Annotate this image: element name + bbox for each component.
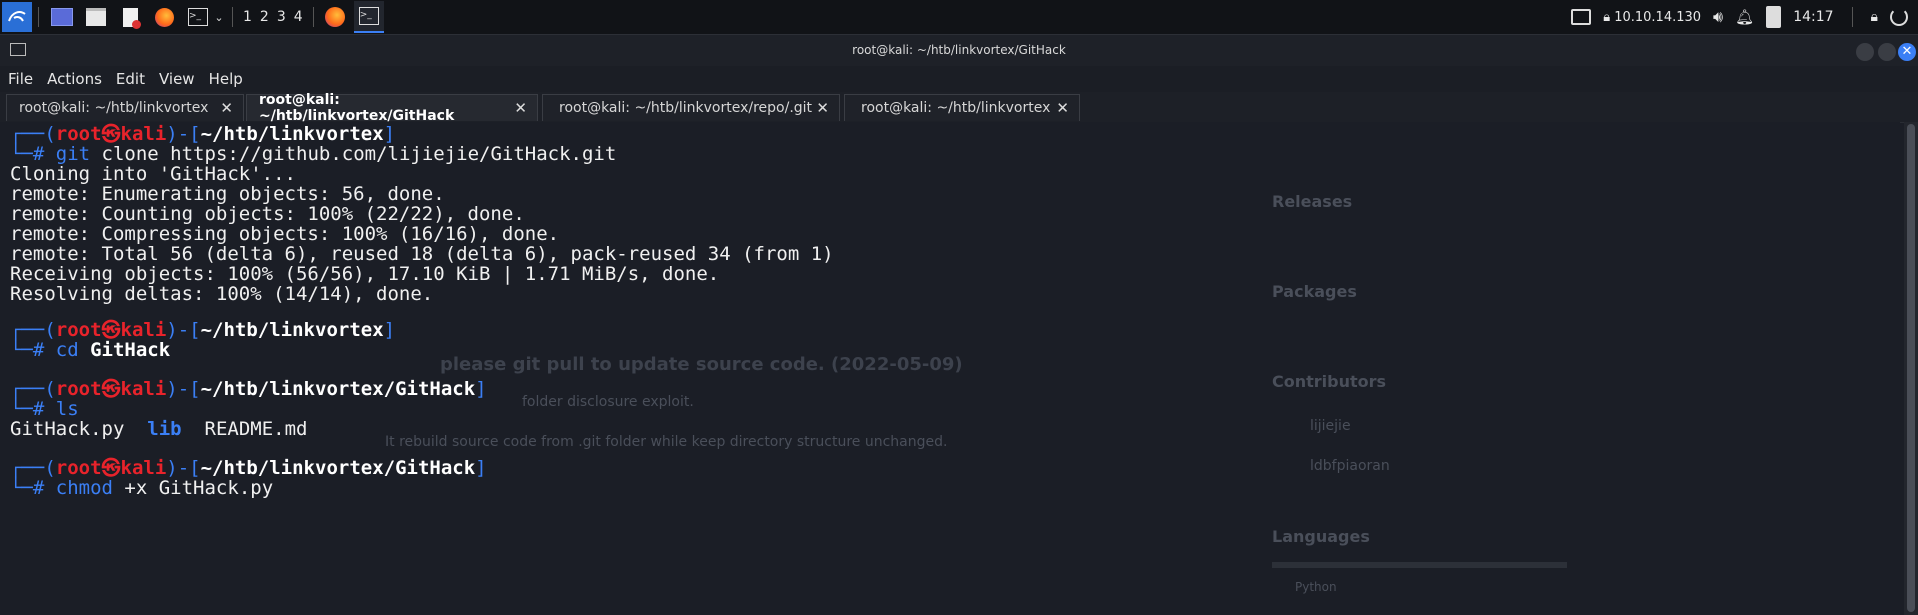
text-editor-icon[interactable] xyxy=(118,7,142,29)
ghost-line2: It rebuild source code from .git folder … xyxy=(385,434,948,450)
ghost-contributors: Contributors xyxy=(1272,372,1387,391)
show-desktop-icon[interactable] xyxy=(50,7,74,27)
ghost-contrib2: ldbfpiaoran xyxy=(1310,458,1390,474)
menu-view[interactable]: View xyxy=(159,70,195,88)
tab-linkvortex-2[interactable]: root@kali: ~/htb/linkvortex ✕ xyxy=(844,94,1080,121)
ghost-languages: Languages xyxy=(1272,527,1370,546)
tab-repo-git[interactable]: root@kali: ~/htb/linkvortex/repo/.git ✕ xyxy=(542,94,840,121)
prompt-line: ┌──(root㉿kali)-[~/htb/linkvortex/GitHack… xyxy=(10,377,487,401)
tab-linkvortex[interactable]: root@kali: ~/htb/linkvortex ✕ xyxy=(6,94,244,121)
prompt-mid: )-[ xyxy=(166,319,201,341)
minimize-button[interactable] xyxy=(1856,43,1874,61)
ghost-line1: folder disclosure exploit. xyxy=(522,394,694,410)
close-tab-icon[interactable]: ✕ xyxy=(220,99,233,117)
ghost-language-bar xyxy=(1272,562,1567,568)
ip-address: 10.10.14.130 xyxy=(1614,9,1702,25)
tab-githack[interactable]: root@kali: ~/htb/linkvortex/GitHack ✕ xyxy=(246,92,538,124)
prompt-hash: └─# xyxy=(10,477,45,499)
command-line: └─# cd GitHack xyxy=(10,338,170,362)
top-panel: >_ ⌄ 1 2 3 4 >_ 🔒︎ 10.10.14.130 🔊︎ 🔔︎ 14… xyxy=(0,0,1918,34)
prompt-hash: └─# xyxy=(10,339,45,361)
firefox-task-icon[interactable] xyxy=(320,2,350,32)
kali-menu-icon[interactable] xyxy=(2,2,32,32)
menu-bar: File Actions Edit View Help xyxy=(0,66,1918,92)
ls-file: README.md xyxy=(204,418,308,440)
command-name: chmod xyxy=(55,477,113,499)
command-args: +x GitHack.py xyxy=(112,477,274,499)
close-button[interactable]: ✕ xyxy=(1898,43,1916,61)
file-manager-icon[interactable] xyxy=(84,7,108,27)
vpn-lock-icon: 🔒︎ xyxy=(1603,9,1611,25)
tab-label: root@kali: ~/htb/linkvortex/GitHack xyxy=(259,92,455,124)
power-icon[interactable] xyxy=(1890,8,1908,26)
terminal-task-icon[interactable]: >_ xyxy=(353,1,384,33)
menu-actions[interactable]: Actions xyxy=(47,70,102,88)
close-tab-icon[interactable]: ✕ xyxy=(816,99,829,117)
terminal-output[interactable]: Releases Packages Contributors lijiejie … xyxy=(0,122,1900,615)
ls-output: GitHack.py lib README.md xyxy=(10,417,307,441)
tab-label: root@kali: ~/htb/linkvortex xyxy=(861,100,1051,116)
tab-label: root@kali: ~/htb/linkvortex xyxy=(19,100,209,116)
display-icon[interactable] xyxy=(1571,9,1592,25)
workspace-1[interactable]: 1 xyxy=(239,9,256,25)
window-title: root@kali: ~/htb/linkvortex/GitHack xyxy=(852,43,1066,57)
ghost-notice: please git pull to update source code. (… xyxy=(440,354,963,375)
ghost-releases: Releases xyxy=(1272,192,1353,211)
volume-icon[interactable]: 🔊︎ xyxy=(1713,7,1723,27)
menu-edit[interactable]: Edit xyxy=(116,70,145,88)
close-tab-icon[interactable]: ✕ xyxy=(1056,99,1069,117)
workspace-4[interactable]: 4 xyxy=(290,9,307,25)
prompt-close: ] xyxy=(475,457,487,479)
menu-help[interactable]: Help xyxy=(209,70,243,88)
menu-file[interactable]: File xyxy=(8,70,33,88)
ls-file: GitHack.py xyxy=(10,418,125,440)
notification-bell-icon[interactable]: 🔔︎ xyxy=(1735,8,1754,26)
ghost-contrib1: lijiejie xyxy=(1310,418,1351,434)
ls-directory: lib xyxy=(147,418,182,440)
maximize-button[interactable] xyxy=(1878,43,1896,61)
close-tab-icon[interactable]: ✕ xyxy=(514,99,527,117)
prompt-path: ~/htb/linkvortex xyxy=(200,319,384,341)
prompt-close: ] xyxy=(383,319,396,341)
prompt-path: ~/htb/linkvortex/GitHack xyxy=(200,378,476,400)
lock-screen-icon[interactable]: 🔒︎ xyxy=(1871,9,1878,25)
terminal-launcher-icon[interactable]: >_ xyxy=(186,7,210,27)
workspace-3[interactable]: 3 xyxy=(273,9,290,25)
tab-bar: root@kali: ~/htb/linkvortex ✕ root@kali:… xyxy=(0,92,1918,124)
window-titlebar[interactable]: root@kali: ~/htb/linkvortex/GitHack ✕ xyxy=(0,34,1918,67)
clock[interactable]: 14:17 xyxy=(1793,9,1833,25)
prompt-close: ] xyxy=(475,378,487,400)
scrollbar-thumb[interactable] xyxy=(1907,124,1915,612)
chevron-down-icon[interactable]: ⌄ xyxy=(212,11,226,24)
tab-label: root@kali: ~/htb/linkvortex/repo/.git xyxy=(559,100,813,116)
battery-icon[interactable] xyxy=(1766,6,1782,28)
workspace-2[interactable]: 2 xyxy=(256,9,273,25)
prompt-mid: )-[ xyxy=(166,378,201,400)
ghost-lang: Python xyxy=(1295,580,1337,594)
vpn-indicator[interactable]: 🔒︎ 10.10.14.130 xyxy=(1603,10,1701,25)
command-line: └─# chmod +x GitHack.py xyxy=(10,476,273,500)
command-name: cd xyxy=(55,339,79,361)
ghost-packages: Packages xyxy=(1272,282,1357,301)
firefox-icon[interactable] xyxy=(152,7,176,27)
command-args: GitHack xyxy=(78,339,171,361)
terminal-scrollbar[interactable] xyxy=(1904,122,1918,615)
output-line: Resolving deltas: 100% (14/14), done. xyxy=(10,283,434,305)
